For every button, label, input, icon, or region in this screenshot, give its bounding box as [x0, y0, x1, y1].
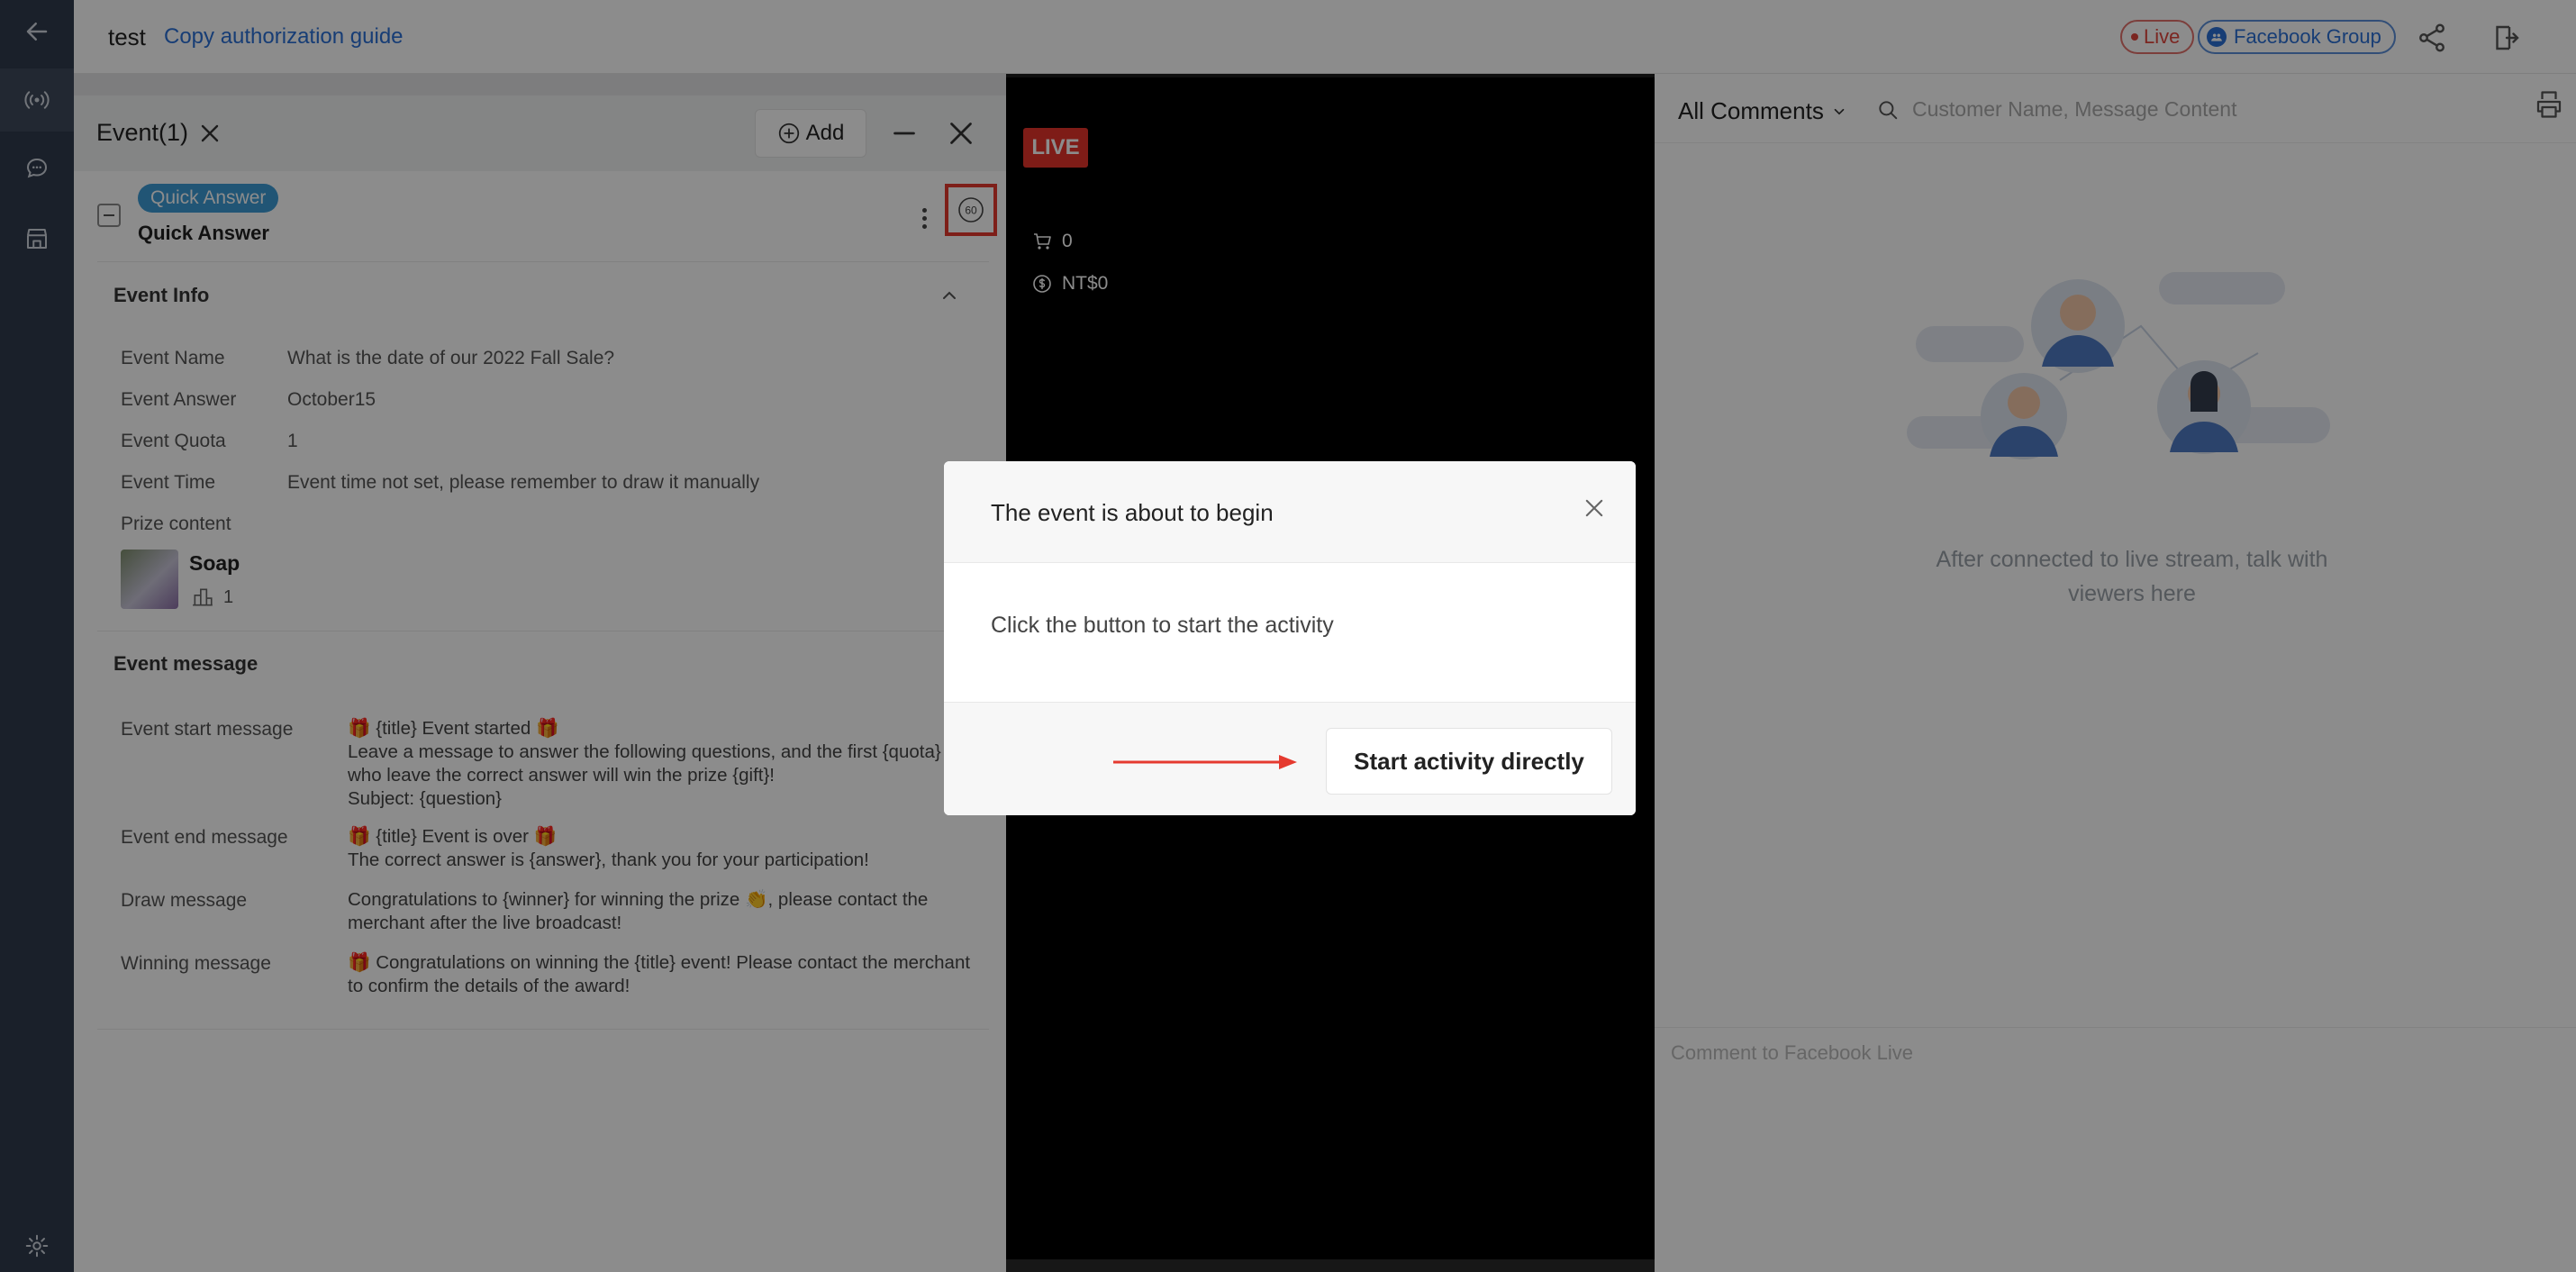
dialog-header: The event is about to begin	[944, 461, 1636, 563]
dialog-body-text: Click the button to start the activity	[991, 613, 1334, 638]
dialog-footer: Start activity directly	[944, 702, 1636, 815]
close-icon[interactable]	[1582, 495, 1607, 521]
event-start-dialog: The event is about to begin Click the bu…	[944, 461, 1636, 815]
pointer-arrow-icon	[1113, 755, 1297, 769]
dialog-title: The event is about to begin	[991, 499, 1274, 526]
start-activity-button[interactable]: Start activity directly	[1326, 728, 1612, 795]
